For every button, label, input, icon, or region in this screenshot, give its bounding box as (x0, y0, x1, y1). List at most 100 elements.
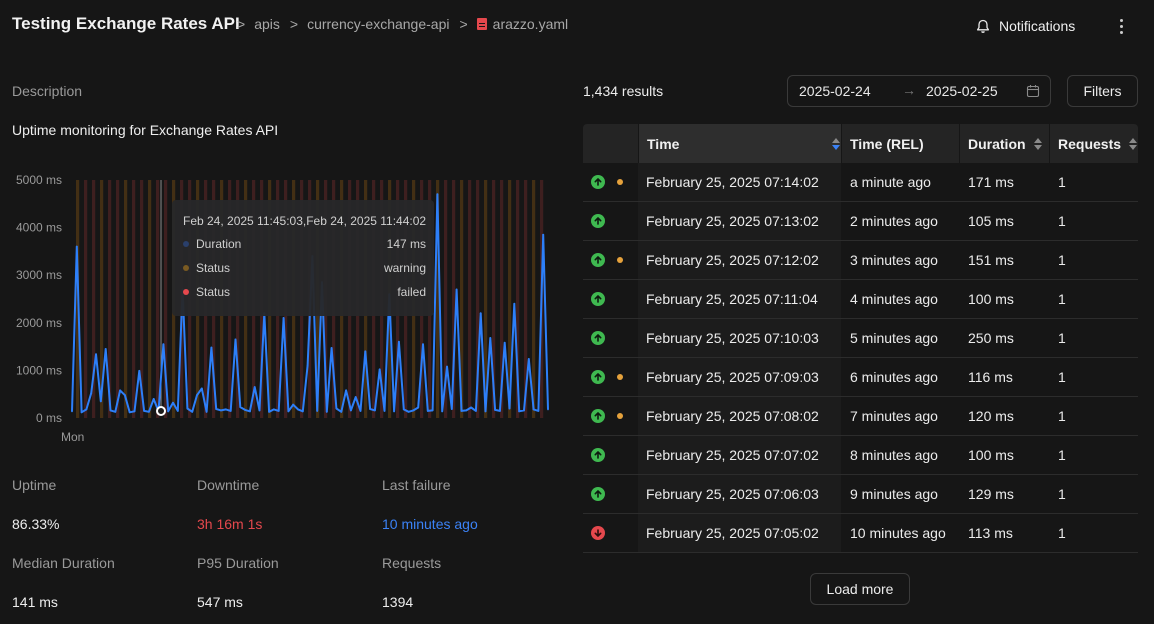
tooltip-row-status-failed: Status failed (183, 285, 426, 299)
stat-requests: Requests 1394 (382, 555, 562, 610)
data-point (465, 409, 468, 412)
data-point (402, 408, 405, 411)
x-tick-label: Mon (61, 430, 84, 444)
arrow-right-icon: → (902, 82, 916, 98)
stat-p95-duration: P95 Duration 547 ms (197, 555, 377, 610)
data-point (95, 353, 97, 356)
success-arrow-up-icon (591, 253, 605, 267)
data-point (316, 409, 319, 412)
data-point (436, 193, 439, 196)
data-point (123, 394, 126, 397)
table-row[interactable]: February 25, 2025 07:13:02 2 minutes ago 1… (583, 202, 1138, 241)
table-row[interactable]: February 25, 2025 07:12:02 3 minutes ago 1… (583, 241, 1138, 280)
success-arrow-up-icon (591, 175, 605, 189)
table-row[interactable]: February 25, 2025 07:08:02 7 minutes ago 1… (583, 397, 1138, 436)
data-point (253, 386, 256, 388)
stat-label: Downtime (197, 477, 260, 493)
breadcrumb-item-file[interactable]: arazzo.yaml (493, 16, 568, 32)
column-header-duration[interactable]: Duration (959, 124, 1049, 163)
cell-requests: 1 (1058, 213, 1066, 229)
data-point (417, 406, 420, 409)
data-point (229, 409, 232, 412)
column-header-time[interactable]: Time (638, 124, 841, 163)
data-point (499, 409, 501, 412)
tooltip-swatch (183, 289, 189, 295)
cell-time-rel: 10 minutes ago (850, 525, 946, 541)
data-point (224, 408, 227, 411)
sort-descending-icon[interactable] (832, 137, 840, 150)
breadcrumb-item-currency-exchange-api[interactable]: currency-exchange-api (307, 16, 449, 32)
breadcrumb-separator: > (459, 16, 468, 32)
cell-time-rel: 9 minutes ago (850, 486, 938, 502)
stat-value: 3h 16m 1s (197, 516, 263, 532)
table-row[interactable]: February 25, 2025 07:11:04 4 minutes ago 1… (583, 280, 1138, 319)
cell-duration: 100 ms (968, 291, 1014, 307)
sort-icon[interactable] (1129, 137, 1138, 150)
cell-duration: 113 ms (968, 525, 1013, 541)
filters-button[interactable]: Filters (1067, 75, 1138, 107)
data-point (450, 408, 453, 410)
table-row[interactable]: February 25, 2025 07:14:02 a minute ago 17… (583, 163, 1138, 202)
stat-value: 547 ms (197, 594, 243, 610)
notifications-button[interactable]: Notifications (976, 18, 1075, 34)
cell-time: February 25, 2025 07:09:03 (646, 369, 819, 385)
y-tick-label: 0 ms (36, 411, 62, 425)
data-point (407, 410, 410, 413)
table-row[interactable]: February 25, 2025 07:09:03 6 minutes ago 1… (583, 358, 1138, 397)
data-point (104, 348, 107, 350)
column-header-label: Duration (968, 135, 1026, 152)
page-title: Testing Exchange Rates API (12, 14, 240, 33)
warning-dot-icon (617, 257, 623, 263)
data-point (244, 409, 246, 411)
data-point (527, 358, 530, 360)
table-row[interactable]: February 25, 2025 07:06:03 9 minutes ago 1… (583, 475, 1138, 514)
tooltip-series-value: failed (397, 285, 426, 299)
cell-time: February 25, 2025 07:12:02 (646, 252, 819, 268)
breadcrumb-item-apis[interactable]: apis (254, 16, 280, 32)
sort-icon[interactable] (1033, 137, 1042, 150)
column-header-requests[interactable]: Requests (1049, 124, 1138, 163)
success-arrow-up-icon (591, 292, 605, 306)
data-point (301, 410, 304, 413)
data-point (90, 392, 93, 395)
success-arrow-up-icon (591, 370, 605, 384)
data-point (441, 410, 444, 413)
data-point (518, 410, 521, 413)
chart-tooltip: Feb 24, 2025 11:45:03,Feb 24, 2025 11:44… (172, 200, 434, 316)
cell-requests: 1 (1058, 408, 1066, 424)
tooltip-swatch (183, 265, 189, 271)
data-point (167, 410, 170, 413)
table-header: Time Time (REL) Duration Requests (583, 124, 1138, 163)
data-point (494, 409, 497, 411)
top-bar: Testing Exchange Rates API > apis > curr… (0, 0, 1154, 52)
data-point (446, 365, 448, 368)
data-point (345, 389, 347, 392)
data-point (297, 408, 299, 411)
cell-duration: 129 ms (968, 486, 1014, 502)
warning-dot-icon (617, 413, 623, 419)
data-point (148, 410, 150, 413)
table-row[interactable]: February 25, 2025 07:10:03 5 minutes ago 2… (583, 319, 1138, 358)
data-point (205, 410, 208, 413)
data-point (248, 410, 251, 413)
data-point (412, 409, 415, 412)
cell-time-rel: 6 minutes ago (850, 369, 938, 385)
data-point (489, 337, 492, 339)
table-row[interactable]: February 25, 2025 07:05:02 10 minutes ago… (583, 514, 1138, 553)
data-point (369, 408, 372, 410)
data-point (335, 407, 338, 410)
load-more-button[interactable]: Load more (810, 573, 910, 605)
more-vertical-icon[interactable] (1113, 17, 1129, 35)
status-band (156, 180, 160, 418)
warning-dot-icon (617, 374, 623, 380)
last-failure-link[interactable]: 10 minutes ago (382, 516, 478, 532)
cell-time-rel: 4 minutes ago (850, 291, 938, 307)
cell-time-rel: a minute ago (850, 174, 931, 190)
status-band (532, 180, 536, 418)
date-range-picker[interactable]: 2025-02-24 → 2025-02-25 (787, 75, 1051, 107)
date-to: 2025-02-25 (926, 83, 998, 99)
status-band (468, 180, 472, 418)
table-row[interactable]: February 25, 2025 07:07:02 8 minutes ago 1… (583, 436, 1138, 475)
breadcrumb-separator: > (237, 16, 246, 32)
column-header-time-rel[interactable]: Time (REL) (841, 124, 959, 163)
